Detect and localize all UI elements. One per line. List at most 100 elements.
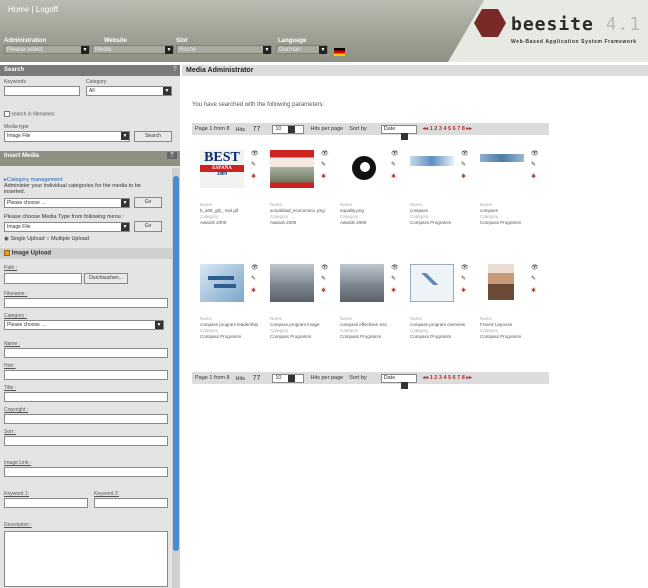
- delete-icon[interactable]: ✱: [461, 173, 466, 180]
- media-thumbnail[interactable]: [410, 264, 454, 302]
- hint-input[interactable]: [4, 370, 168, 380]
- view-icon[interactable]: 👁: [251, 150, 259, 157]
- search-in-filenames[interactable]: search in filenames: [4, 111, 54, 117]
- edit-icon[interactable]: ✎: [321, 161, 326, 168]
- delete-icon[interactable]: ✱: [461, 287, 466, 294]
- category-field-label: Category :: [4, 313, 28, 319]
- help-icon[interactable]: ?: [173, 66, 177, 73]
- name-input[interactable]: [4, 348, 168, 358]
- media-thumbnail[interactable]: [200, 264, 244, 302]
- delete-icon[interactable]: ✱: [531, 287, 536, 294]
- view-icon[interactable]: 👁: [251, 264, 259, 271]
- media-thumbnail[interactable]: [270, 264, 314, 302]
- keywords-label: Keywords: [4, 79, 26, 85]
- delete-icon[interactable]: ✱: [321, 173, 326, 180]
- edit-icon[interactable]: ✎: [251, 161, 256, 168]
- search-button[interactable]: Search: [134, 131, 172, 142]
- insert-media-type-select[interactable]: Image File ▼: [4, 222, 130, 232]
- path-input[interactable]: [4, 273, 82, 284]
- media-item[interactable]: 👁 ✎ ✱ Name Franck Lepouze Category Compass Pro…: [475, 260, 543, 366]
- chevron-down-icon: ▼: [81, 45, 89, 54]
- page-nav[interactable]: ◂◂ 1 2 3 4 5 6 7 8 ▸▸: [423, 126, 472, 132]
- edit-icon[interactable]: ✎: [391, 161, 396, 168]
- media-item[interactable]: 👁 ✎ ✱ Name compass effectiven ess Category Com…: [335, 260, 403, 366]
- single-upload-radio[interactable]: ◉ Single Upload: [4, 236, 45, 242]
- sort-input[interactable]: [4, 436, 168, 446]
- media-thumbnail[interactable]: BEST ESPAÑA 2009: [200, 150, 244, 188]
- german-flag-icon[interactable]: [334, 48, 345, 56]
- left-scrollbar[interactable]: [172, 168, 180, 588]
- per-page-select[interactable]: 10: [272, 373, 305, 383]
- image-link-input[interactable]: [4, 467, 168, 477]
- top-links[interactable]: Home | Logoff: [8, 5, 58, 14]
- keyword2-input[interactable]: [94, 498, 168, 508]
- chevron-down-icon: ▼: [263, 45, 271, 54]
- media-thumbnail[interactable]: [270, 150, 314, 188]
- page-info: Page 1 from 8: [195, 126, 230, 132]
- media-thumbnail[interactable]: [480, 264, 524, 302]
- media-item[interactable]: 👁 ✎ ✱ Name actualidad_economica .png Category…: [265, 146, 333, 252]
- view-icon[interactable]: 👁: [391, 150, 399, 157]
- go-button[interactable]: Go: [134, 197, 162, 208]
- media-item[interactable]: 👁 ✎ ✱ Name compass program overview Category C…: [405, 260, 473, 366]
- filename-input[interactable]: [4, 298, 168, 308]
- view-icon[interactable]: 👁: [321, 150, 329, 157]
- media-item[interactable]: BEST ESPAÑA 2009 👁 ✎ ✱ Name b_a09_gib_ mid.gif C…: [195, 146, 263, 252]
- slot-dropdown[interactable]: Slot Roche ▼: [176, 38, 272, 54]
- media-thumbnail[interactable]: [340, 150, 384, 188]
- page-nav[interactable]: ◂◂ 1 2 3 4 5 6 7 8 ▸▸: [423, 375, 472, 381]
- view-icon[interactable]: 👁: [531, 264, 539, 271]
- help-icon[interactable]: ?: [166, 152, 177, 159]
- delete-icon[interactable]: ✱: [531, 173, 536, 180]
- filenames-checkbox[interactable]: [4, 111, 10, 117]
- view-icon[interactable]: 👁: [321, 264, 329, 271]
- edit-icon[interactable]: ✎: [321, 275, 326, 282]
- scrollbar-thumb[interactable]: [173, 176, 179, 551]
- media-thumbnail[interactable]: [340, 264, 384, 302]
- chevron-down-icon: ▼: [165, 45, 173, 54]
- keywords-input[interactable]: [4, 86, 80, 96]
- sort-select[interactable]: Date: [380, 373, 417, 389]
- edit-icon[interactable]: ✎: [531, 161, 536, 168]
- view-icon[interactable]: 👁: [461, 264, 469, 271]
- media-item[interactable]: 👁 ✎ ✱ Name compass program leadership Categor…: [195, 260, 263, 366]
- keyword2-label: Keyword 2:: [94, 491, 120, 497]
- category-select[interactable]: All ▼: [86, 86, 172, 96]
- multiple-upload-radio[interactable]: ○ Multiple Upload: [46, 236, 89, 242]
- category-mgmt-select[interactable]: Please choose ... ▼: [4, 198, 130, 208]
- media-item[interactable]: 👁 ✎ ✱ Name compass Category Compass Programm: [475, 146, 543, 252]
- view-icon[interactable]: 👁: [391, 264, 399, 271]
- view-icon[interactable]: 👁: [531, 150, 539, 157]
- delete-icon[interactable]: ✱: [391, 287, 396, 294]
- media-item[interactable]: 👁 ✎ ✱ Name equality.png Category Awards 2009: [335, 146, 403, 252]
- category-value: All: [89, 88, 95, 94]
- delete-icon[interactable]: ✱: [321, 287, 326, 294]
- delete-icon[interactable]: ✱: [251, 287, 256, 294]
- edit-icon[interactable]: ✎: [391, 275, 396, 282]
- media-type-select[interactable]: Image File ▼: [4, 131, 130, 142]
- edit-icon[interactable]: ✎: [531, 275, 536, 282]
- media-item[interactable]: 👁 ✎ ✱ Name compass program image Category Comp…: [265, 260, 333, 366]
- keyword1-input[interactable]: [4, 498, 88, 508]
- browse-button[interactable]: Durchsuchen...: [84, 273, 128, 284]
- delete-icon[interactable]: ✱: [391, 173, 396, 180]
- view-icon[interactable]: 👁: [461, 150, 469, 157]
- sort-select[interactable]: Date: [380, 124, 417, 140]
- category-field-select[interactable]: Please choose ... ▼: [4, 320, 164, 330]
- language-dropdown[interactable]: Language German ▼: [276, 38, 328, 54]
- edit-icon[interactable]: ✎: [251, 275, 256, 282]
- media-meta: Name compass program overview Category Comp…: [410, 316, 474, 340]
- edit-icon[interactable]: ✎: [461, 161, 466, 168]
- per-page-select[interactable]: 10: [272, 124, 305, 134]
- website-dropdown[interactable]: Website Media ▼: [92, 38, 174, 54]
- copyright-input[interactable]: [4, 414, 168, 424]
- title-input[interactable]: [4, 392, 168, 402]
- description-textarea[interactable]: [4, 531, 168, 587]
- media-item[interactable]: 👁 ✎ ✱ Name compass Category Compass Programm: [405, 146, 473, 252]
- media-thumbnail[interactable]: [480, 150, 524, 192]
- edit-icon[interactable]: ✎: [461, 275, 466, 282]
- media-thumbnail[interactable]: [410, 150, 454, 194]
- delete-icon[interactable]: ✱: [251, 173, 256, 180]
- administration-dropdown[interactable]: Administration Please select ▼: [4, 38, 90, 54]
- go-button-2[interactable]: Go: [134, 221, 162, 232]
